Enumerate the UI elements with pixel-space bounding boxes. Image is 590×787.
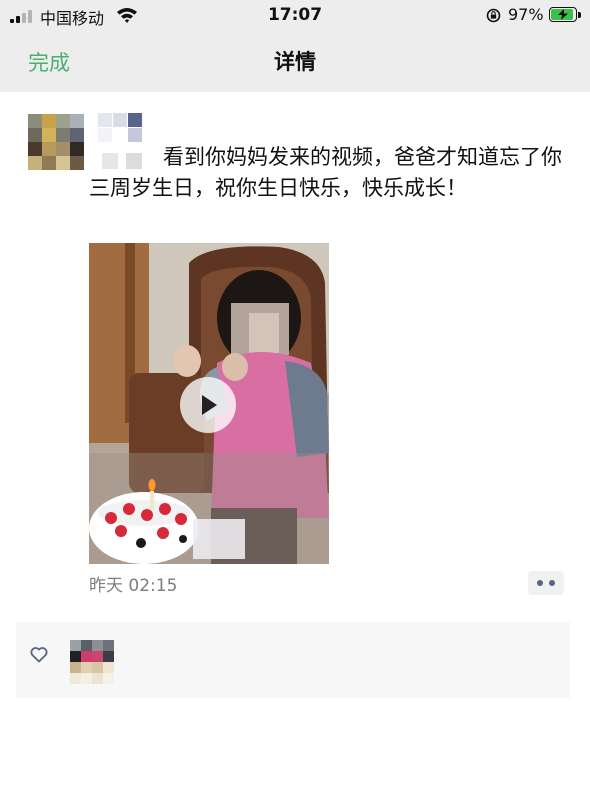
battery-cap bbox=[578, 12, 581, 18]
author-avatar[interactable] bbox=[28, 114, 84, 170]
post-timestamp: 昨天 02:15 bbox=[89, 576, 178, 596]
more-actions-button[interactable] bbox=[528, 571, 564, 595]
play-icon bbox=[202, 395, 217, 415]
status-time: 17:07 bbox=[267, 5, 323, 25]
rotation-lock-icon bbox=[486, 8, 501, 23]
page-title: 详情 bbox=[274, 50, 316, 74]
battery-percentage: 97% bbox=[508, 5, 544, 24]
post-body: 看到你妈妈发来的视频，爸爸才知道忘了你三周岁生日，祝你生日快乐，快乐成长！ bbox=[89, 145, 562, 200]
status-bar: 中国移动 17:07 97% bbox=[0, 0, 590, 30]
post-text: 看到你妈妈发来的视频，爸爸才知道忘了你三周岁生日，祝你生日快乐，快乐成长！ bbox=[89, 142, 569, 204]
likes-panel bbox=[16, 622, 570, 698]
liker-avatar[interactable] bbox=[70, 640, 114, 684]
video-play-button[interactable] bbox=[180, 377, 236, 433]
charging-bolt-icon bbox=[558, 9, 568, 20]
navigation-bar: 完成 详情 bbox=[0, 30, 590, 92]
heart-icon bbox=[30, 647, 48, 663]
